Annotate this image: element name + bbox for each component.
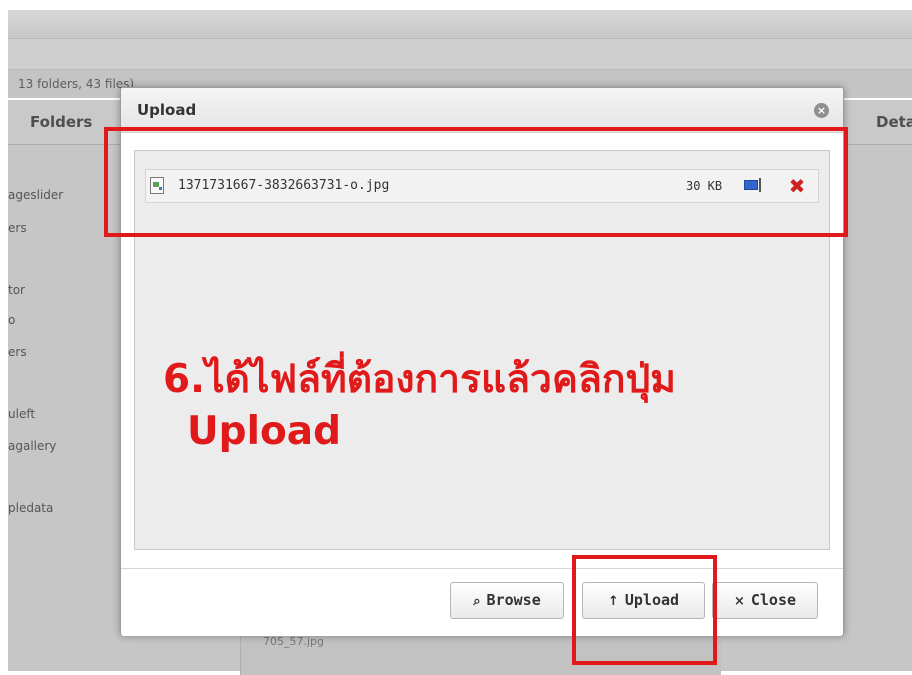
annotation-line-2: Upload bbox=[187, 409, 341, 454]
sidebar-folder[interactable]: o bbox=[8, 313, 15, 327]
dialog-header: Upload × bbox=[121, 88, 843, 133]
queued-file-row: 1371731667-3832663731-o.jpg 30 KB ✖ bbox=[145, 169, 819, 203]
sidebar-folder[interactable]: ers bbox=[8, 345, 27, 359]
sidebar-folder[interactable]: agallery bbox=[8, 439, 56, 453]
top-margin bbox=[0, 0, 912, 10]
annotation-line-1: 6.ได้ไฟล์ที่ต้องการแล้วคลิกปุ่ม bbox=[163, 357, 676, 402]
toolbar-secondary bbox=[8, 39, 912, 70]
file-name: 1371731667-3832663731-o.jpg bbox=[178, 178, 390, 193]
close-button[interactable]: × Close bbox=[712, 582, 818, 619]
close-icon: × bbox=[733, 594, 745, 609]
upload-label: Upload bbox=[624, 591, 680, 609]
browse-label: Browse bbox=[486, 591, 541, 609]
folder-sidebar: ageslider ers tor o ers uleft agallery p… bbox=[8, 145, 118, 671]
folders-header: Folders bbox=[30, 113, 93, 131]
arrow-up-icon: ↑ bbox=[607, 594, 619, 609]
remove-icon[interactable]: ✖ bbox=[786, 174, 808, 198]
dialog-footer: ⌕ Browse ↑ Upload × Close bbox=[121, 568, 843, 636]
upload-button[interactable]: ↑ Upload bbox=[582, 582, 705, 619]
sidebar-folder[interactable]: ers bbox=[8, 221, 27, 235]
file-size: 30 KB bbox=[686, 179, 723, 193]
sidebar-folder[interactable]: ageslider bbox=[8, 188, 63, 202]
rename-icon[interactable] bbox=[744, 178, 761, 192]
close-icon[interactable]: × bbox=[814, 103, 829, 118]
details-header: Detai bbox=[876, 113, 912, 131]
search-icon: ⌕ bbox=[473, 594, 481, 609]
sidebar-folder[interactable]: uleft bbox=[8, 407, 35, 421]
dialog-title: Upload bbox=[137, 101, 197, 119]
upload-queue: 1371731667-3832663731-o.jpg 30 KB ✖ bbox=[134, 150, 830, 550]
sidebar-folder[interactable]: tor bbox=[8, 283, 25, 297]
sidebar-folder[interactable]: pledata bbox=[8, 501, 53, 515]
instruction-annotation: 6.ได้ไฟล์ที่ต้องการแล้วคลิกปุ่ม Upload bbox=[163, 354, 676, 458]
toolbar-top bbox=[8, 10, 912, 39]
list-item[interactable]: 705_57.jpg bbox=[263, 635, 324, 648]
image-file-icon bbox=[150, 177, 164, 194]
close-label: Close bbox=[750, 591, 797, 609]
browse-button[interactable]: ⌕ Browse bbox=[450, 582, 564, 619]
